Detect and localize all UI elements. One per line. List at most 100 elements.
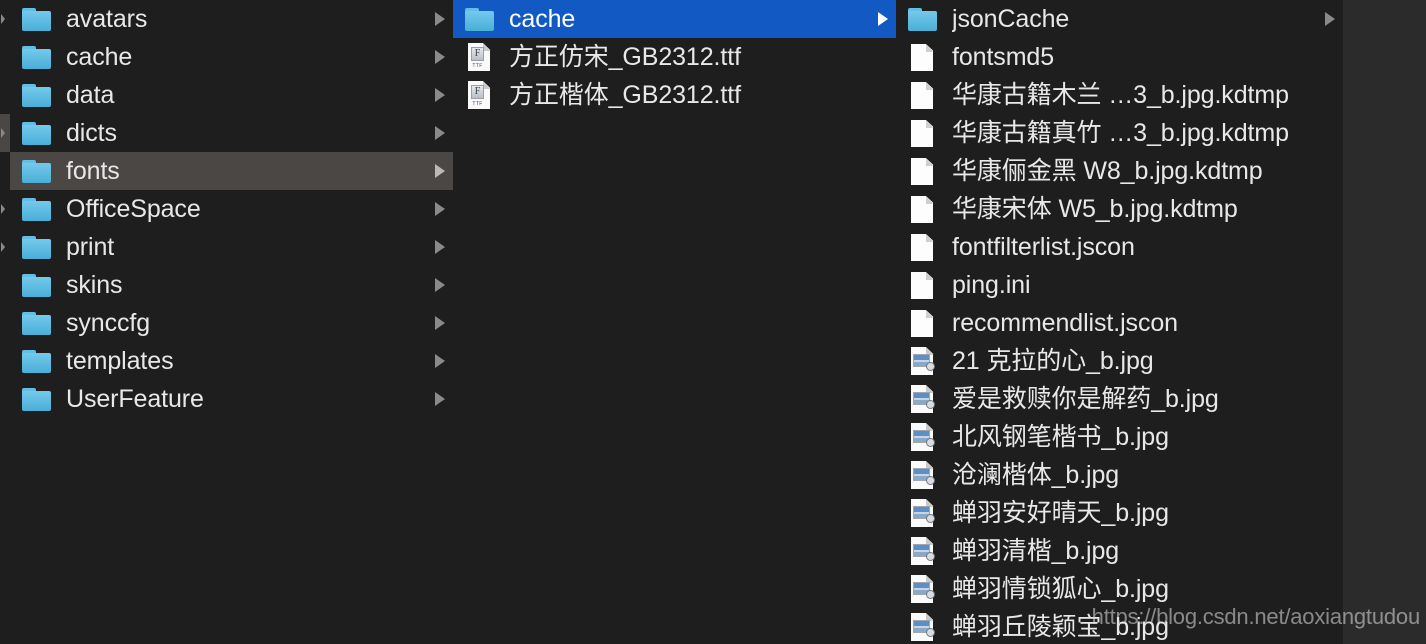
folder-icon <box>20 156 54 186</box>
list-item[interactable] <box>0 342 10 380</box>
list-item[interactable]: jsonCache <box>896 0 1343 38</box>
column-fonts-contents[interactable]: cache F TTF 方正仿宋_GB2312.ttf F TTF 方正楷体_GB2312.… <box>453 0 896 644</box>
arrow-spacer <box>1323 505 1337 521</box>
folder-icon <box>906 4 940 34</box>
chevron-right-icon <box>433 87 447 103</box>
list-item[interactable] <box>0 494 10 532</box>
list-item[interactable]: 蝉羽安好晴天_b.jpg <box>896 494 1343 532</box>
list-item[interactable]: recommendlist.jscon <box>896 304 1343 342</box>
jpg-file-icon <box>906 384 940 414</box>
arrow-spacer <box>1323 201 1337 217</box>
arrow-spacer <box>1323 581 1337 597</box>
list-item[interactable]: dicts <box>10 114 453 152</box>
list-item-label: fontsmd5 <box>952 43 1055 71</box>
list-item-label: 蝉羽安好晴天_b.jpg <box>952 499 1169 527</box>
list-item[interactable]: F TTF 方正仿宋_GB2312.ttf <box>453 38 896 76</box>
chevron-right-icon <box>1 14 5 24</box>
list-item[interactable]: 华康俪金黑 W8_b.jpg.kdtmp <box>896 152 1343 190</box>
list-item[interactable]: synccfg <box>10 304 453 342</box>
list-item[interactable]: UserFeature <box>10 380 453 418</box>
arrow-spacer <box>1323 543 1337 559</box>
list-item[interactable] <box>0 266 10 304</box>
chevron-right-icon <box>876 11 890 27</box>
list-item[interactable] <box>0 228 10 266</box>
list-item-label: 方正仿宋_GB2312.ttf <box>509 43 741 71</box>
list-item[interactable]: OfficeSpace <box>10 190 453 228</box>
list-item-label: ping.ini <box>952 271 1031 299</box>
list-item-label: fonts <box>66 157 120 185</box>
jpg-file-icon <box>906 460 940 490</box>
folder-icon <box>20 42 54 72</box>
list-item-label: 华康俪金黑 W8_b.jpg.kdtmp <box>952 157 1263 185</box>
list-item[interactable] <box>0 38 10 76</box>
list-item[interactable]: skins <box>10 266 453 304</box>
document-icon <box>906 156 940 186</box>
list-item[interactable]: templates <box>10 342 453 380</box>
arrow-spacer <box>1323 125 1337 141</box>
column-partial-left[interactable] <box>0 0 10 644</box>
list-item[interactable]: 华康古籍木兰 …3_b.jpg.kdtmp <box>896 76 1343 114</box>
list-item[interactable]: ping.ini <box>896 266 1343 304</box>
list-item[interactable]: print <box>10 228 453 266</box>
chevron-right-icon <box>1 242 5 252</box>
list-item[interactable]: 蝉羽清楷_b.jpg <box>896 532 1343 570</box>
list-item[interactable] <box>0 114 10 152</box>
list-item-label: skins <box>66 271 123 299</box>
list-item-label: cache <box>66 43 133 71</box>
list-item[interactable]: data <box>10 76 453 114</box>
document-icon <box>906 232 940 262</box>
list-item-label: fontfilterlist.jscon <box>952 233 1135 261</box>
list-item[interactable] <box>0 418 10 456</box>
list-item[interactable]: 北风钢笔楷书_b.jpg <box>896 418 1343 456</box>
list-item[interactable]: 蝉羽情锁狐心_b.jpg <box>896 570 1343 608</box>
chevron-right-icon <box>1 128 5 138</box>
arrow-spacer <box>1323 49 1337 65</box>
arrow-spacer <box>1323 163 1337 179</box>
chevron-right-icon <box>433 239 447 255</box>
list-item[interactable]: avatars <box>10 0 453 38</box>
list-item[interactable] <box>0 532 10 570</box>
list-item-label: print <box>66 233 115 261</box>
list-item[interactable] <box>0 380 10 418</box>
arrow-spacer <box>1323 239 1337 255</box>
list-item[interactable] <box>0 570 10 608</box>
column-parent-folders[interactable]: avatars cache data dicts fonts OfficeSpace pri… <box>10 0 453 644</box>
arrow-spacer <box>1323 315 1337 331</box>
list-item[interactable] <box>0 76 10 114</box>
jpg-file-icon <box>906 422 940 452</box>
list-item[interactable] <box>0 190 10 228</box>
list-item-label: 方正楷体_GB2312.ttf <box>509 81 741 109</box>
column-cache-contents[interactable]: jsonCache fontsmd5 华康古籍木兰 …3_b.jpg.kdtmp 华康… <box>896 0 1343 644</box>
list-item[interactable]: cache <box>10 38 453 76</box>
list-item[interactable] <box>0 0 10 38</box>
list-item[interactable]: fontfilterlist.jscon <box>896 228 1343 266</box>
list-item-label: 华康古籍真竹 …3_b.jpg.kdtmp <box>952 119 1289 147</box>
list-item[interactable]: fonts <box>10 152 453 190</box>
arrow-spacer <box>1323 277 1337 293</box>
list-item[interactable]: 华康宋体 W5_b.jpg.kdtmp <box>896 190 1343 228</box>
list-item[interactable]: cache <box>453 0 896 38</box>
arrow-spacer <box>1323 619 1337 635</box>
list-item[interactable]: 21 克拉的心_b.jpg <box>896 342 1343 380</box>
list-item[interactable] <box>0 304 10 342</box>
document-icon <box>906 80 940 110</box>
list-item-label: jsonCache <box>952 5 1070 33</box>
list-item[interactable]: F TTF 方正楷体_GB2312.ttf <box>453 76 896 114</box>
list-item[interactable]: 沧澜楷体_b.jpg <box>896 456 1343 494</box>
list-item[interactable]: fontsmd5 <box>896 38 1343 76</box>
list-item-label: 华康宋体 W5_b.jpg.kdtmp <box>952 195 1238 223</box>
list-item[interactable] <box>0 608 10 644</box>
arrow-spacer <box>876 87 890 103</box>
chevron-right-icon <box>433 201 447 217</box>
chevron-right-icon <box>433 353 447 369</box>
list-item[interactable] <box>0 456 10 494</box>
document-icon <box>906 42 940 72</box>
list-item-label: 沧澜楷体_b.jpg <box>952 461 1120 489</box>
list-item[interactable]: 华康古籍真竹 …3_b.jpg.kdtmp <box>896 114 1343 152</box>
list-item[interactable]: 爱是救赎你是解药_b.jpg <box>896 380 1343 418</box>
list-item[interactable]: 蝉羽丘陵颖宝_b.jpg <box>896 608 1343 644</box>
document-icon <box>906 270 940 300</box>
ttf-file-icon: F TTF <box>463 42 497 72</box>
list-item[interactable] <box>0 152 10 190</box>
arrow-spacer <box>1323 391 1337 407</box>
